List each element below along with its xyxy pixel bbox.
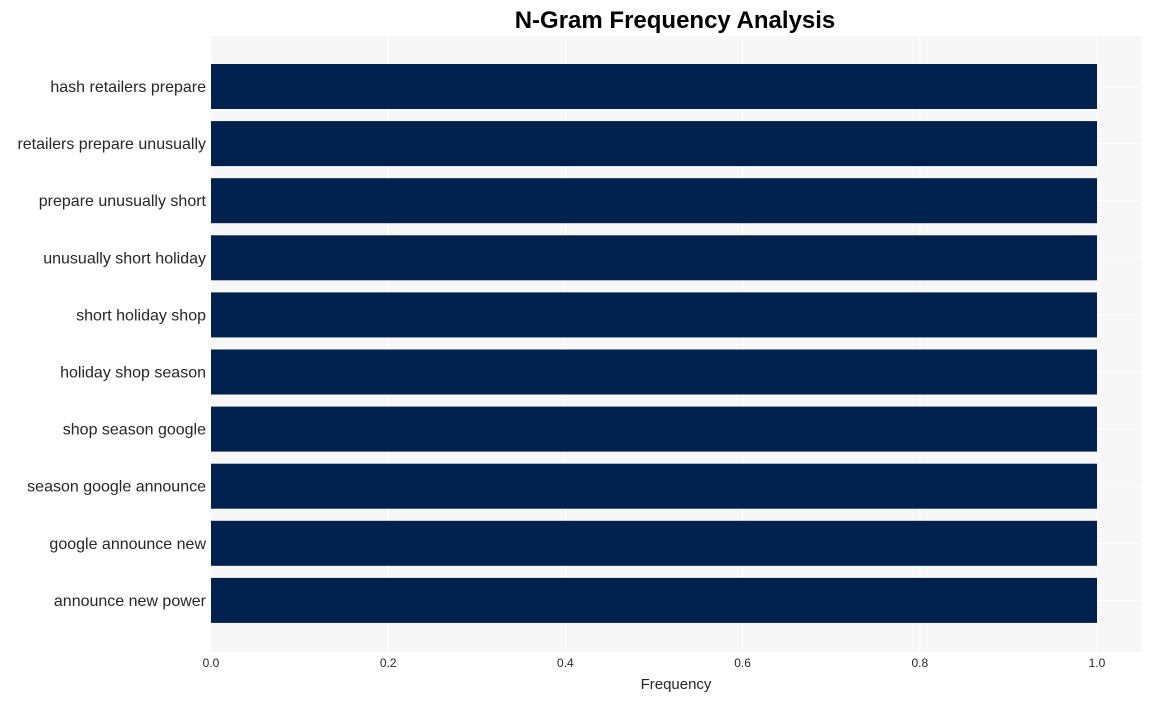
bar <box>211 292 1097 338</box>
x-tick-label: 0.2 <box>380 656 397 670</box>
bar <box>211 349 1097 395</box>
y-tick-label: shop season google <box>63 422 206 439</box>
y-tick-label: google announce new <box>49 536 206 553</box>
bar <box>211 406 1097 452</box>
x-tick-labels: 0.0 0.2 0.4 0.6 0.8 1.0 <box>203 656 1106 670</box>
x-tick-label: 1.0 <box>1089 656 1106 670</box>
bar <box>211 577 1097 623</box>
x-axis-label: Frequency <box>641 676 712 693</box>
x-tick-label: 0.0 <box>203 656 220 670</box>
y-tick-labels: hash retailers prepare retailers prepare … <box>17 79 206 610</box>
bar <box>211 64 1097 109</box>
bar <box>211 235 1097 281</box>
x-tick-label: 0.6 <box>734 656 751 670</box>
y-tick-label: short holiday shop <box>76 307 206 324</box>
y-tick-label: prepare unusually short <box>39 193 207 210</box>
chart-title: N-Gram Frequency Analysis <box>515 7 836 34</box>
y-tick-label: unusually short holiday <box>43 250 206 267</box>
bar <box>211 520 1097 566</box>
ngram-bar-chart: N-Gram Frequency Analysis hash retailers… <box>17 7 1141 693</box>
bar <box>211 121 1097 167</box>
x-tick-label: 0.8 <box>911 656 928 670</box>
y-tick-label: holiday shop season <box>60 365 206 382</box>
y-tick-label: announce new power <box>54 593 207 610</box>
y-tick-label: hash retailers prepare <box>50 79 206 96</box>
bar <box>211 178 1097 224</box>
bar <box>211 463 1097 509</box>
x-tick-label: 0.4 <box>557 656 574 670</box>
y-tick-label: season google announce <box>27 479 206 496</box>
y-tick-label: retailers prepare unusually <box>17 136 206 153</box>
